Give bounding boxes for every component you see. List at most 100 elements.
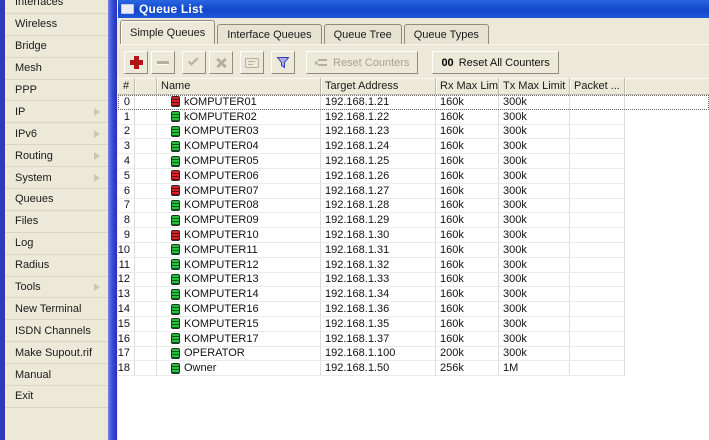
sidebar-item-bridge[interactable]: Bridge: [5, 36, 108, 58]
column-header-target-address[interactable]: Target Address: [321, 78, 436, 94]
sidebar-item-radius[interactable]: Radius: [5, 255, 108, 277]
cell-target-address: 192.168.1.30: [321, 228, 436, 243]
queue-name: KOMPUTER04: [184, 140, 259, 153]
table-row[interactable]: 2 KOMPUTER03 192.168.1.23 160k 300k: [118, 124, 709, 140]
reset-counters-label: Reset Counters: [333, 56, 410, 69]
tab-simple-queues[interactable]: Simple Queues: [120, 20, 216, 44]
disable-button[interactable]: [209, 51, 233, 74]
queue-name: OPERATOR: [184, 347, 245, 360]
add-button[interactable]: [124, 51, 148, 74]
table-row[interactable]: 16 KOMPUTER17 192.168.1.37 160k 300k: [118, 331, 709, 347]
sidebar-item-ppp[interactable]: PPP: [5, 80, 108, 102]
column-header-flag[interactable]: [135, 78, 157, 94]
cell-flag: [135, 287, 157, 303]
sidebar-item-new-terminal[interactable]: New Terminal: [5, 298, 108, 321]
cell-flag: [135, 228, 157, 243]
column-header-packet[interactable]: Packet ...: [570, 78, 625, 94]
sidebar-item-queues[interactable]: Queues: [5, 189, 108, 211]
queue-status-icon: [171, 155, 180, 167]
column-header-tx-max-limit[interactable]: Tx Max Limit: [499, 78, 570, 94]
cell-flag: [135, 257, 157, 273]
sidebar-item-make-supout-rif[interactable]: Make Supout.rif: [5, 342, 108, 365]
cell-name: KOMPUTER06: [157, 168, 321, 184]
sidebar-item-tools[interactable]: Tools: [5, 277, 108, 299]
cell-filler: [625, 154, 709, 169]
cell-rx-max-limit: 160k: [436, 139, 499, 155]
sidebar-item-routing[interactable]: Routing: [5, 145, 108, 168]
table-row[interactable]: 17 OPERATOR 192.168.1.100 200k 300k: [118, 346, 709, 362]
tab-interface-queues[interactable]: Interface Queues: [217, 24, 322, 44]
cell-tx-max-limit: 300k: [499, 168, 570, 184]
submenu-arrow-icon: [94, 283, 100, 292]
sidebar-item-mesh[interactable]: Mesh: [5, 58, 108, 80]
column-header-rx-max-limit[interactable]: Rx Max Limit: [436, 78, 499, 94]
enable-button[interactable]: [182, 51, 206, 74]
reset-counters-button[interactable]: Reset Counters: [306, 51, 419, 74]
column-header-[interactable]: #: [118, 78, 135, 94]
filter-button[interactable]: [271, 51, 295, 74]
cell-id: 2: [118, 124, 135, 140]
column-header-name[interactable]: Name: [157, 78, 321, 94]
sidebar-item-interfaces[interactable]: Interfaces: [5, 0, 108, 14]
cell-rx-max-limit: 160k: [436, 124, 499, 140]
column-header-filler[interactable]: [625, 78, 709, 94]
cell-name: KOMPUTER11: [157, 242, 321, 258]
table-row[interactable]: 18 Owner 192.168.1.50 256k 1M: [118, 361, 709, 377]
sidebar-item-system[interactable]: System: [5, 167, 108, 190]
cell-tx-max-limit: 1M: [499, 361, 570, 377]
tab-queue-types[interactable]: Queue Types: [403, 24, 489, 44]
table-row[interactable]: 11 KOMPUTER12 192.168.1.32 160k 300k: [118, 257, 709, 273]
table-row[interactable]: 1 kOMPUTER02 192.168.1.22 160k 300k: [118, 109, 709, 125]
remove-button[interactable]: [151, 51, 175, 74]
cell-rx-max-limit: 256k: [436, 361, 499, 377]
sidebar-item-exit[interactable]: Exit: [5, 386, 108, 408]
queue-status-icon: [171, 140, 180, 152]
sidebar-item-isdn-channels[interactable]: ISDN Channels: [5, 320, 108, 343]
reset-all-prefix: 00: [441, 56, 454, 69]
table-row[interactable]: 4 KOMPUTER05 192.168.1.25 160k 300k: [118, 154, 709, 169]
tab-queue-tree[interactable]: Queue Tree: [323, 24, 402, 44]
cell-id: 18: [118, 361, 135, 377]
queue-name: KOMPUTER11: [184, 243, 258, 256]
cell-flag: [135, 109, 157, 125]
table-row[interactable]: 3 KOMPUTER04 192.168.1.24 160k 300k: [118, 139, 709, 155]
cell-packet: [570, 272, 625, 288]
cell-filler: [625, 125, 709, 140]
comment-button[interactable]: [240, 51, 264, 74]
sidebar-item-log[interactable]: Log: [5, 233, 108, 255]
window-titlebar[interactable]: Queue List: [118, 0, 709, 18]
table-row[interactable]: 5 KOMPUTER06 192.168.1.26 160k 300k: [118, 168, 709, 184]
table-row[interactable]: 14 KOMPUTER16 192.168.1.36 160k 300k: [118, 302, 709, 317]
table-row[interactable]: 10 KOMPUTER11 192.168.1.31 160k 300k: [118, 242, 709, 258]
sidebar-item-ipv6[interactable]: IPv6: [5, 123, 108, 146]
queue-name: KOMPUTER05: [184, 155, 259, 168]
cell-packet: [570, 168, 625, 184]
sidebar-item-files[interactable]: Files: [5, 211, 108, 233]
table-row[interactable]: 6 KOMPUTER07 192.168.1.27 160k 300k: [118, 183, 709, 199]
cell-filler: [625, 361, 709, 376]
table-row[interactable]: 9 KOMPUTER10 192.168.1.30 160k 300k: [118, 228, 709, 243]
cell-filler: [625, 258, 709, 273]
cell-target-address: 192.168.1.37: [321, 331, 436, 347]
sidebar-item-wireless[interactable]: Wireless: [5, 14, 108, 36]
table-row[interactable]: 15 KOMPUTER15 192.168.1.35 160k 300k: [118, 316, 709, 332]
reset-all-counters-button[interactable]: 00 Reset All Counters: [432, 51, 559, 74]
cell-target-address: 192.168.1.23: [321, 124, 436, 140]
cell-id: 7: [118, 198, 135, 214]
cell-id: 9: [118, 228, 135, 243]
cell-rx-max-limit: 160k: [436, 168, 499, 184]
table-row[interactable]: 7 KOMPUTER08 192.168.1.28 160k 300k: [118, 198, 709, 214]
table-row[interactable]: 0 kOMPUTER01 192.168.1.21 160k 300k: [118, 95, 709, 110]
sidebar-item-ip[interactable]: IP: [5, 101, 108, 124]
cell-filler: [625, 110, 709, 125]
cell-filler: [625, 243, 709, 258]
queue-status-icon: [171, 96, 180, 108]
cell-flag: [135, 95, 157, 110]
cell-packet: [570, 287, 625, 303]
table-row[interactable]: 8 KOMPUTER09 192.168.1.29 160k 300k: [118, 213, 709, 229]
cell-rx-max-limit: 160k: [436, 331, 499, 347]
cell-tx-max-limit: 300k: [499, 242, 570, 258]
table-row[interactable]: 12 KOMPUTER13 192.168.1.33 160k 300k: [118, 272, 709, 288]
sidebar-item-manual[interactable]: Manual: [5, 364, 108, 387]
table-row[interactable]: 13 KOMPUTER14 192.168.1.34 160k 300k: [118, 287, 709, 303]
